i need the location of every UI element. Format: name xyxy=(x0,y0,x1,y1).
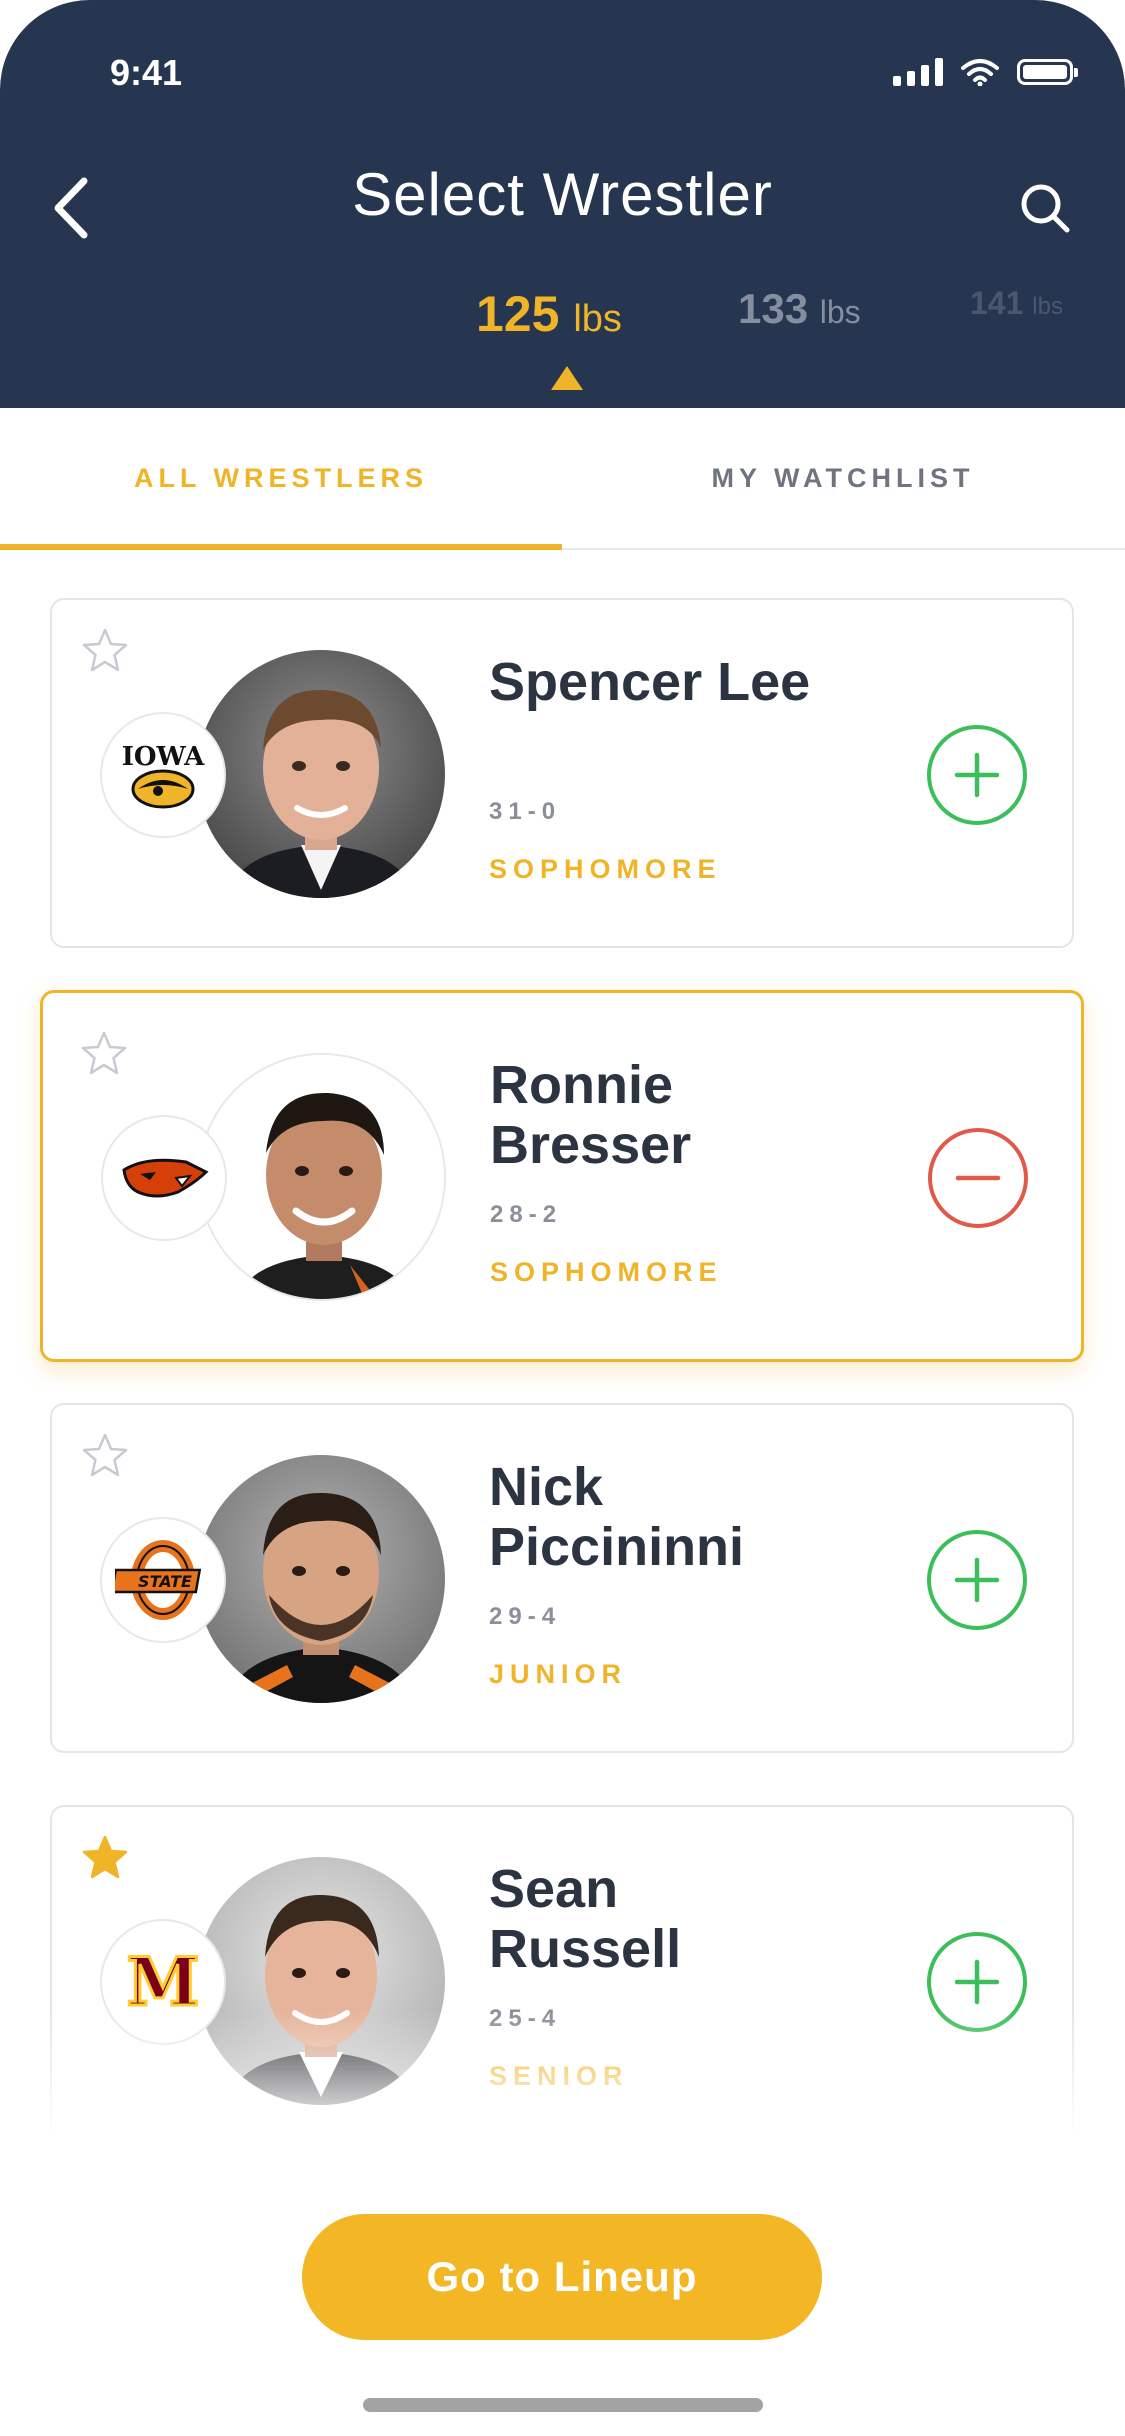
wrestler-card[interactable]: IOWA Spencer Lee 31-0 SOPHOMORE xyxy=(50,598,1074,948)
weight-class-141[interactable]: 141 lbs xyxy=(970,285,1063,322)
logo-text: IOWA xyxy=(122,742,205,772)
weight-class-133[interactable]: 133 lbs xyxy=(738,285,861,333)
star-outline-icon[interactable] xyxy=(80,1431,130,1481)
plus-icon xyxy=(954,1959,1000,2005)
minus-icon xyxy=(955,1175,1001,1181)
list-fade-overlay xyxy=(0,2010,1125,2160)
beaver-logo-icon xyxy=(122,1158,209,1198)
star-filled-icon[interactable] xyxy=(80,1833,130,1883)
weight-unit: lbs xyxy=(1032,293,1063,320)
go-to-lineup-button[interactable]: Go to Lineup xyxy=(302,2214,822,2340)
wifi-icon xyxy=(961,59,999,86)
wrestler-photo xyxy=(198,1053,446,1301)
home-indicator xyxy=(363,2398,763,2412)
page-title: Select Wrestler xyxy=(352,161,773,228)
weight-number: 141 xyxy=(970,285,1024,321)
wrestler-photo xyxy=(197,1455,445,1703)
search-icon xyxy=(1021,184,1070,233)
status-icons xyxy=(893,58,1078,86)
wrestler-record: 31-0 xyxy=(489,798,562,825)
weight-selected-indicator xyxy=(551,366,583,390)
battery-icon xyxy=(1017,59,1078,85)
weight-class-125[interactable]: 125 lbs xyxy=(476,285,622,343)
plus-icon xyxy=(954,752,1000,798)
wrestler-class: SOPHOMORE xyxy=(490,1257,723,1287)
wrestler-record: 28-2 xyxy=(490,1201,563,1228)
school-logo-oregon-state xyxy=(101,1115,227,1241)
wrestler-name: Ronnie Bresser xyxy=(490,1055,692,1175)
weight-number: 133 xyxy=(738,285,809,332)
signal-icon xyxy=(893,58,943,86)
wrestler-class: JUNIOR xyxy=(489,1659,628,1689)
wrestler-card-selected[interactable]: Ronnie Bresser 28-2 SOPHOMORE xyxy=(40,990,1084,1362)
wrestler-name: Spencer Lee xyxy=(489,652,811,712)
weight-number: 125 xyxy=(476,286,560,342)
school-logo-oklahoma-state: STATE xyxy=(100,1517,226,1643)
tab-my-watchlist[interactable]: MY WATCHLIST xyxy=(562,408,1124,548)
star-outline-icon[interactable] xyxy=(79,1029,129,1079)
wrestler-photo xyxy=(197,650,445,898)
tab-bar: ALL WRESTLERS MY WATCHLIST xyxy=(0,408,1125,550)
weight-unit: lbs xyxy=(573,298,622,340)
add-wrestler-button[interactable] xyxy=(927,1530,1027,1630)
wrestler-class: SOPHOMORE xyxy=(489,854,722,884)
wrestler-record: 29-4 xyxy=(489,1603,562,1630)
tab-all-wrestlers[interactable]: ALL WRESTLERS xyxy=(0,408,562,548)
header: 9:41 Select Wrestler 125 lbs 133 lbs 141… xyxy=(0,0,1125,408)
add-wrestler-button[interactable] xyxy=(927,725,1027,825)
active-tab-underline xyxy=(0,544,562,550)
screen: 9:41 Select Wrestler 125 lbs 133 lbs 141… xyxy=(0,0,1125,2436)
remove-wrestler-button[interactable] xyxy=(928,1128,1028,1228)
logo-text: M xyxy=(126,1947,199,2017)
wrestler-name: Nick Piccininni xyxy=(489,1457,745,1577)
status-time: 9:41 xyxy=(110,52,183,93)
plus-icon xyxy=(954,1557,1000,1603)
weight-unit: lbs xyxy=(819,294,861,330)
wrestler-card[interactable]: STATE Nick Piccininni 29-4 JUNIOR xyxy=(50,1403,1074,1753)
search-button[interactable] xyxy=(1005,168,1085,248)
star-outline-icon[interactable] xyxy=(80,626,130,676)
wrestler-name: Sean Russell xyxy=(489,1859,682,1979)
school-logo-iowa: IOWA xyxy=(100,712,226,838)
logo-text: STATE xyxy=(138,1572,192,1591)
